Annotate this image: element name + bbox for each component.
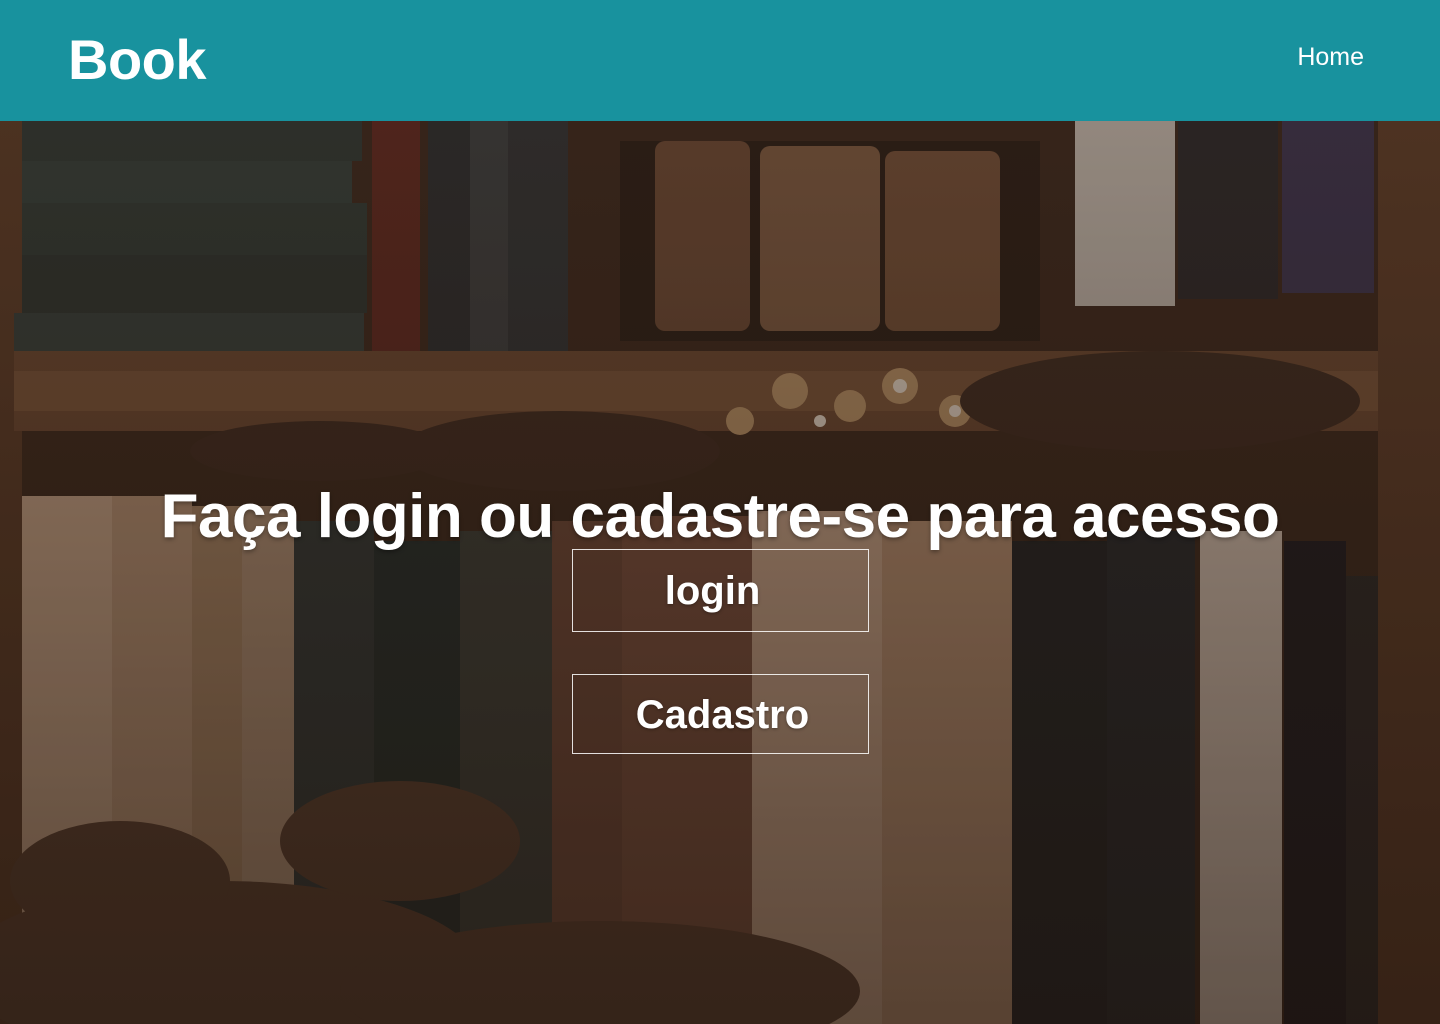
top-navbar: Book Home: [0, 0, 1440, 121]
nav-link-home[interactable]: Home: [1297, 42, 1364, 72]
brand-logo[interactable]: Book: [68, 28, 207, 92]
hero-headline: Faça login ou cadastre-se para acesso: [160, 481, 1280, 551]
hero-section: Faça login ou cadastre-se para acesso lo…: [0, 121, 1440, 1024]
signup-button[interactable]: Cadastro: [572, 674, 869, 754]
login-button[interactable]: login: [572, 549, 869, 632]
